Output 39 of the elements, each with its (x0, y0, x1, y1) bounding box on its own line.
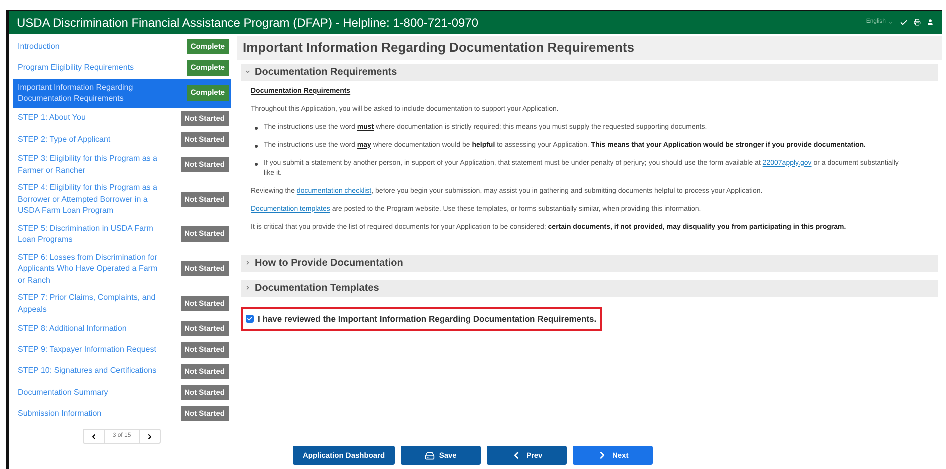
step-label: Program Eligibility Requirements (18, 62, 136, 74)
bullet-icon (255, 162, 258, 166)
bullet-icon (255, 126, 258, 130)
section-title: Documentation Requirements (255, 66, 398, 80)
step-label: STEP 3: Eligibility for this Program as a Farmer or Rancher (18, 153, 158, 176)
header-title: USDA Discrimination Financial Assistance Program (DFAP) - Helpline: 1-800-721-0970 (17, 14, 479, 32)
section-title: Documentation Templates (255, 282, 380, 296)
collapse-icon (245, 69, 251, 75)
user-icon[interactable] (927, 19, 934, 26)
chevron-right-icon (146, 432, 154, 441)
chevron-left-icon (90, 432, 98, 441)
bullet-icon (255, 144, 258, 148)
print-icon[interactable] (914, 19, 921, 26)
step-label: Introduction (18, 40, 61, 52)
expand-icon (245, 260, 251, 266)
step-label: STEP 2: Type of Applicant (18, 134, 112, 146)
step-label: Important Information Regarding Documentation Requirements (18, 82, 134, 104)
step-label: STEP 7: Prior Claims, Complaints, and Appeals (18, 292, 157, 315)
check-icon (247, 316, 253, 322)
page-title: Important Information Regarding Documentation Requirements (237, 36, 942, 60)
accordion-header[interactable]: Documentation Requirements (241, 64, 938, 80)
section-title: How to Provide Documentation (255, 256, 404, 270)
save-icon (425, 450, 436, 460)
checkbox[interactable] (246, 314, 254, 323)
check-icon[interactable] (900, 18, 908, 26)
step-label: STEP 6: Losses from Discrimination for Applicants Who Have Operated a Farm or Ranch (18, 252, 158, 286)
step-label: STEP 4: Eligibility for this Program as a Borrower or Attempted Borrower in a USDA Farm Loan Program (18, 182, 158, 216)
step-label: STEP 10: Signatures and Certifications (18, 365, 158, 377)
accordion-header[interactable]: How to Provide Documentation (241, 254, 938, 272)
expand-icon (245, 285, 251, 291)
acknowledgement-checkbox[interactable]: I have reviewed the Important Information Regarding Documentation Requirements. (241, 306, 602, 332)
accordion-header[interactable]: Documentation Templates (241, 280, 938, 296)
step-label: STEP 5: Discrimination in USDA Farm Loan Programs (18, 222, 154, 246)
caret-icon (888, 20, 894, 26)
step-label: STEP 8: Additional Information (18, 322, 128, 334)
step-label: Documentation Summary (18, 386, 110, 398)
step-label: Submission Information (18, 408, 103, 420)
step-label: STEP 1: About You (18, 112, 87, 124)
step-label: STEP 9: Taxpayer Information Request (18, 344, 158, 356)
